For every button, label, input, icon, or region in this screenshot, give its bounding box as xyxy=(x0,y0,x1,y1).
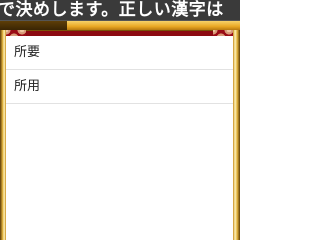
answer-option[interactable]: 所用 xyxy=(6,70,233,104)
question-text: で決めします。正しい漢字は xyxy=(0,0,224,20)
answer-option[interactable]: 所要 xyxy=(6,36,233,70)
right-gold-frame xyxy=(233,30,240,240)
question-banner: で決めします。正しい漢字は xyxy=(0,0,240,21)
quiz-screen: で決めします。正しい漢字は 所要 所用 xyxy=(0,0,240,240)
answer-list: 所要 所用 xyxy=(6,36,233,240)
timer-bar xyxy=(0,21,240,31)
timer-bar-fill xyxy=(0,21,68,30)
